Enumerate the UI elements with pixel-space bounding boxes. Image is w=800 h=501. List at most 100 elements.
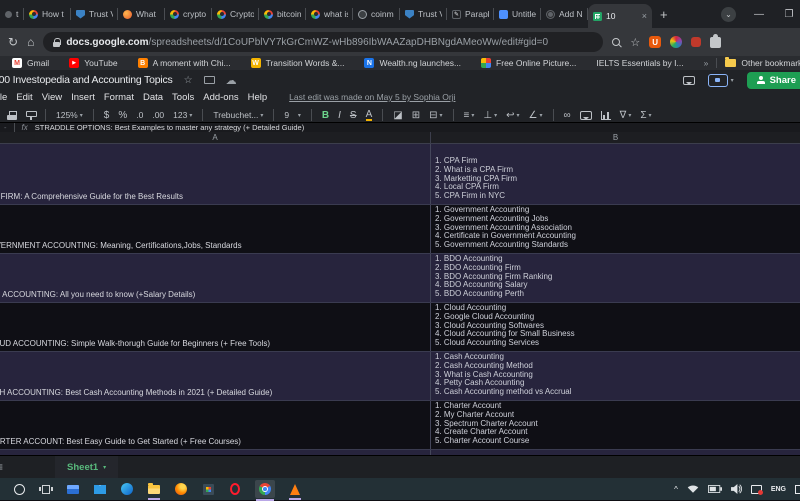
tab-search-icon[interactable]: ⌄ bbox=[721, 7, 736, 22]
edge-icon[interactable] bbox=[120, 482, 134, 497]
refresh-icon[interactable]: ↻ bbox=[8, 35, 18, 49]
cell-b6[interactable]: 1. Charter Account2. My Charter Account3… bbox=[431, 401, 800, 449]
share-button[interactable]: Share bbox=[747, 72, 800, 89]
chrome-icon-active[interactable] bbox=[255, 480, 275, 498]
bookmark-blog[interactable]: BA moment with Chi... bbox=[138, 58, 231, 68]
insert-comment-button[interactable] bbox=[580, 111, 592, 120]
menu-insert[interactable]: Insert bbox=[71, 92, 95, 103]
font-size-select[interactable]: 9 ▾ bbox=[284, 110, 300, 120]
browser-tab[interactable]: Crypto bbox=[212, 0, 259, 28]
all-sheets-menu-icon[interactable]: ≡ bbox=[0, 460, 3, 474]
mail-icon[interactable] bbox=[93, 482, 107, 497]
insert-chart-button[interactable] bbox=[601, 111, 611, 120]
extension-wheel-icon[interactable] bbox=[670, 36, 682, 48]
bold-button[interactable]: B bbox=[322, 110, 329, 121]
extensions-puzzle-icon[interactable] bbox=[710, 37, 721, 48]
browser-tab[interactable]: Paraph bbox=[447, 0, 494, 28]
file-explorer-icon[interactable] bbox=[147, 482, 161, 497]
cell-a2[interactable]: GOVERNMENT ACCOUNTING: Meaning, Certific… bbox=[0, 205, 431, 253]
cell-a1[interactable]: CPA FIRM: A Comprehensive Guide for the … bbox=[0, 144, 431, 204]
zoom-select[interactable]: 125%▾ bbox=[56, 110, 83, 120]
vlc-icon[interactable] bbox=[288, 482, 302, 497]
browser-tab[interactable]: bitcoin bbox=[259, 0, 306, 28]
fill-color-button[interactable]: ◪ bbox=[393, 110, 402, 121]
cell-b1[interactable]: 1. CPA Firm2. What is a CPA Firm3. Marke… bbox=[431, 144, 800, 204]
firefox-icon[interactable] bbox=[174, 482, 188, 497]
browser-tab[interactable]: Add N bbox=[541, 0, 588, 28]
text-color-button[interactable]: A bbox=[366, 110, 373, 121]
bookmark-star-icon[interactable]: ☆ bbox=[630, 36, 640, 49]
menu-data[interactable]: Data bbox=[143, 92, 163, 103]
menu-file[interactable]: File bbox=[0, 92, 7, 103]
browser-tab[interactable]: crypto bbox=[165, 0, 212, 28]
window-maximize-button[interactable]: ❐ bbox=[782, 9, 796, 20]
menu-help[interactable]: Help bbox=[248, 92, 268, 103]
decrease-decimal-icon[interactable]: .0 bbox=[136, 110, 143, 120]
strikethrough-button[interactable]: S bbox=[350, 110, 357, 121]
extension-icon[interactable] bbox=[691, 37, 701, 47]
url-address-bar[interactable]: docs.google.com/spreadsheets/d/1CoUPblVY… bbox=[43, 32, 603, 52]
text-rotation-button[interactable]: ∠▾ bbox=[529, 110, 543, 121]
new-tab-button[interactable]: + bbox=[660, 7, 668, 22]
format-percent-icon[interactable]: % bbox=[118, 110, 127, 121]
menu-edit[interactable]: Edit bbox=[16, 92, 32, 103]
browser-tab-active[interactable]: 10× bbox=[588, 4, 652, 28]
cell-b4[interactable]: 1. Cloud Accounting2. Google Cloud Accou… bbox=[431, 303, 800, 351]
bookmark-transition-words[interactable]: WTransition Words &... bbox=[251, 58, 345, 68]
formula-bar[interactable]: - fx STRADDLE OPTIONS: Best Examples to … bbox=[0, 122, 800, 132]
cell-b5[interactable]: 1. Cash Accounting2. Cash Accounting Met… bbox=[431, 352, 800, 400]
browser-tab[interactable]: Trust V bbox=[71, 0, 118, 28]
font-select[interactable]: Trebuchet...▾ bbox=[213, 110, 263, 120]
tab-close-icon[interactable]: × bbox=[642, 11, 647, 21]
browser-tab[interactable]: Untitle bbox=[494, 0, 541, 28]
volume-icon[interactable] bbox=[731, 484, 742, 494]
zoom-indicator-icon[interactable] bbox=[612, 38, 621, 47]
italic-button[interactable]: I bbox=[338, 110, 341, 121]
cortana-icon[interactable] bbox=[12, 482, 26, 497]
insert-link-button[interactable]: ∞ bbox=[564, 110, 571, 121]
microsoft-store-icon[interactable] bbox=[201, 482, 215, 497]
bookmark-free-online-picture[interactable]: Free Online Picture... bbox=[481, 58, 576, 68]
borders-button[interactable]: ⊞ bbox=[412, 110, 420, 121]
browser-tab[interactable]: Trust V bbox=[400, 0, 447, 28]
vertical-align-button[interactable]: ⊥▾ bbox=[483, 110, 497, 121]
cell-a4[interactable]: CLOUD ACCOUNTING: Simple Walk-thorugh Gu… bbox=[0, 303, 431, 351]
functions-button[interactable]: Σ▾ bbox=[640, 110, 651, 121]
screencast-notification-icon[interactable] bbox=[751, 485, 762, 494]
bookmark-ielts[interactable]: IELTS Essentials by I... bbox=[596, 58, 683, 68]
move-to-folder-icon[interactable] bbox=[204, 76, 215, 84]
home-icon[interactable]: ⌂ bbox=[27, 35, 34, 49]
opera-icon[interactable] bbox=[228, 482, 242, 497]
menu-add-ons[interactable]: Add-ons bbox=[203, 92, 238, 103]
filter-button[interactable]: ∇▾ bbox=[620, 110, 632, 121]
merge-cells-button[interactable]: ⊟▾ bbox=[429, 110, 442, 121]
format-currency-icon[interactable]: $ bbox=[104, 110, 110, 121]
touch-keyboard-icon-partial[interactable] bbox=[795, 485, 800, 494]
comment-history-icon[interactable] bbox=[683, 76, 695, 85]
display-settings-icon[interactable] bbox=[66, 482, 80, 497]
print-icon[interactable] bbox=[7, 111, 17, 120]
extension-u-icon[interactable]: U bbox=[649, 36, 661, 48]
document-title[interactable]: 100 Investopedia and Accounting Topics bbox=[0, 74, 173, 86]
browser-tab[interactable]: trust w bbox=[0, 0, 24, 28]
tray-expand-icon[interactable]: ^ bbox=[674, 485, 678, 494]
cell-a3[interactable]: BDO ACCOUNTING: All you need to know (+S… bbox=[0, 254, 431, 302]
menu-tools[interactable]: Tools bbox=[172, 92, 194, 103]
last-edit-link[interactable]: Last edit was made on May 5 by Sophia Or… bbox=[289, 92, 455, 102]
cell-a5[interactable]: CASH ACCOUNTING: Best Cash Accounting Me… bbox=[0, 352, 431, 400]
menu-format[interactable]: Format bbox=[104, 92, 134, 103]
text-wrap-button[interactable]: ↩▾ bbox=[506, 110, 519, 121]
column-header-b[interactable]: B bbox=[431, 132, 800, 143]
horizontal-align-button[interactable]: ≡▾ bbox=[464, 110, 475, 121]
cell-a6[interactable]: CHARTER ACCOUNT: Best Easy Guide to Get … bbox=[0, 401, 431, 449]
window-minimize-button[interactable]: — bbox=[752, 9, 766, 20]
wifi-icon[interactable] bbox=[687, 484, 699, 494]
battery-icon[interactable] bbox=[708, 485, 722, 493]
paint-format-icon[interactable] bbox=[26, 111, 35, 120]
formula-value[interactable]: STRADDLE OPTIONS: Best Examples to maste… bbox=[35, 123, 304, 132]
language-indicator[interactable]: ENG bbox=[771, 486, 786, 493]
bookmark-gmail[interactable]: MGmail bbox=[12, 58, 49, 68]
other-bookmarks-button[interactable]: Other bookmarks bbox=[725, 58, 800, 68]
star-document-icon[interactable]: ☆ bbox=[184, 75, 193, 86]
task-view-icon[interactable] bbox=[39, 482, 53, 497]
